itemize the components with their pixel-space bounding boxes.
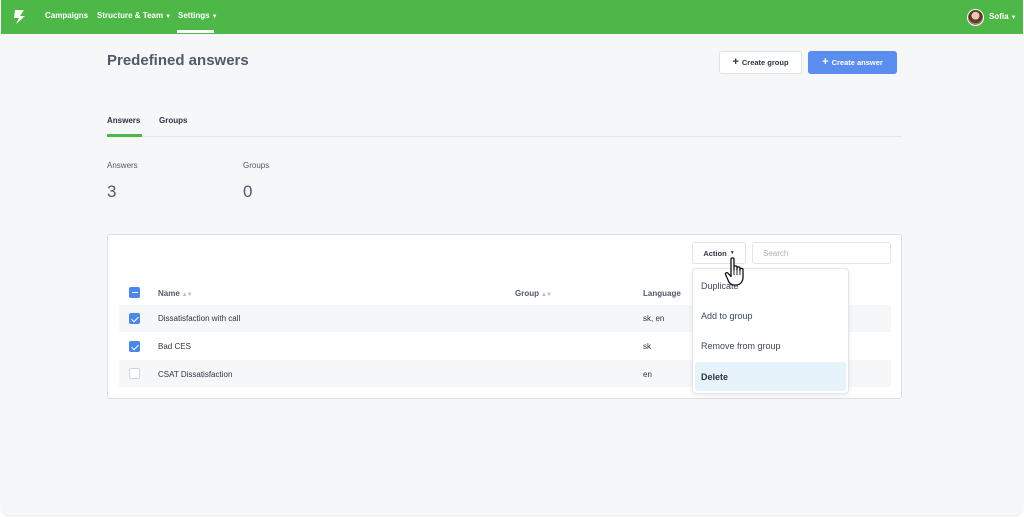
menu-item-delete[interactable]: Delete xyxy=(701,372,728,382)
create-group-label: Create group xyxy=(741,58,789,67)
row-language: sk, en xyxy=(643,314,665,323)
tab-active-indicator xyxy=(107,134,142,137)
menu-item-add-to-group[interactable]: Add to group xyxy=(701,311,753,321)
user-menu[interactable]: Sofia ▼ xyxy=(989,12,1017,21)
user-avatar[interactable] xyxy=(967,9,984,26)
sort-icon: ▲▼ xyxy=(181,292,193,298)
create-answer-label: Create answer xyxy=(831,58,883,67)
tab-answers[interactable]: Answers xyxy=(107,116,140,125)
plus-icon: + xyxy=(822,56,829,68)
column-header-label: Language xyxy=(643,289,681,298)
row-name: CSAT Dissatisfaction xyxy=(158,370,233,379)
caret-down-icon: ▼ xyxy=(1010,15,1017,21)
create-group-button[interactable]: + Create group xyxy=(719,51,802,74)
search-input[interactable] xyxy=(752,242,891,264)
page-title: Predefined answers xyxy=(107,52,249,69)
menu-item-remove-from-group[interactable]: Remove from group xyxy=(701,341,781,351)
row-checkbox[interactable] xyxy=(129,341,140,352)
stat-groups-value: 0 xyxy=(243,182,253,201)
column-header-language: Language xyxy=(643,289,681,298)
row-name: Dissatisfaction with call xyxy=(158,314,241,323)
row-language: sk xyxy=(643,342,651,351)
app-window: Campaigns Structure & Team ▼ Settings ▼ So… xyxy=(1,0,1023,515)
nav-item-structure-team[interactable]: Structure & Team ▼ xyxy=(97,11,171,20)
nav-active-indicator xyxy=(177,30,214,33)
select-all-checkbox[interactable] xyxy=(129,287,140,298)
app-logo-icon[interactable] xyxy=(12,8,28,26)
row-name: Bad CES xyxy=(158,342,191,351)
nav-item-campaigns[interactable]: Campaigns xyxy=(45,11,88,20)
row-language: en xyxy=(643,370,652,379)
caret-down-icon: ▼ xyxy=(165,14,172,20)
user-name: Sofia xyxy=(989,12,1009,21)
column-header-label: Group xyxy=(515,289,539,298)
column-header-name[interactable]: Name ▲▼ xyxy=(158,289,193,298)
plus-icon: + xyxy=(732,56,739,68)
nav-item-settings[interactable]: Settings ▼ xyxy=(178,11,218,20)
tab-groups[interactable]: Groups xyxy=(159,116,187,125)
top-navbar: Campaigns Structure & Team ▼ Settings ▼ So… xyxy=(1,0,1023,34)
create-answer-button[interactable]: + Create answer xyxy=(808,51,897,74)
row-checkbox[interactable] xyxy=(129,313,140,324)
hand-pointer-cursor-icon xyxy=(724,257,744,286)
caret-down-icon: ▼ xyxy=(211,14,218,20)
nav-item-label: Structure & Team xyxy=(97,11,164,20)
column-header-label: Name xyxy=(158,289,180,298)
stat-groups-label: Groups xyxy=(243,161,270,170)
stat-answers-label: Answers xyxy=(107,161,138,170)
column-header-group[interactable]: Group ▲▼ xyxy=(515,289,552,298)
nav-item-label: Campaigns xyxy=(45,11,89,20)
row-checkbox[interactable] xyxy=(129,368,140,379)
tabs-divider xyxy=(107,136,902,137)
sort-icon: ▲▼ xyxy=(541,292,552,298)
nav-item-label: Settings xyxy=(178,11,210,20)
stat-answers-value: 3 xyxy=(107,182,117,201)
